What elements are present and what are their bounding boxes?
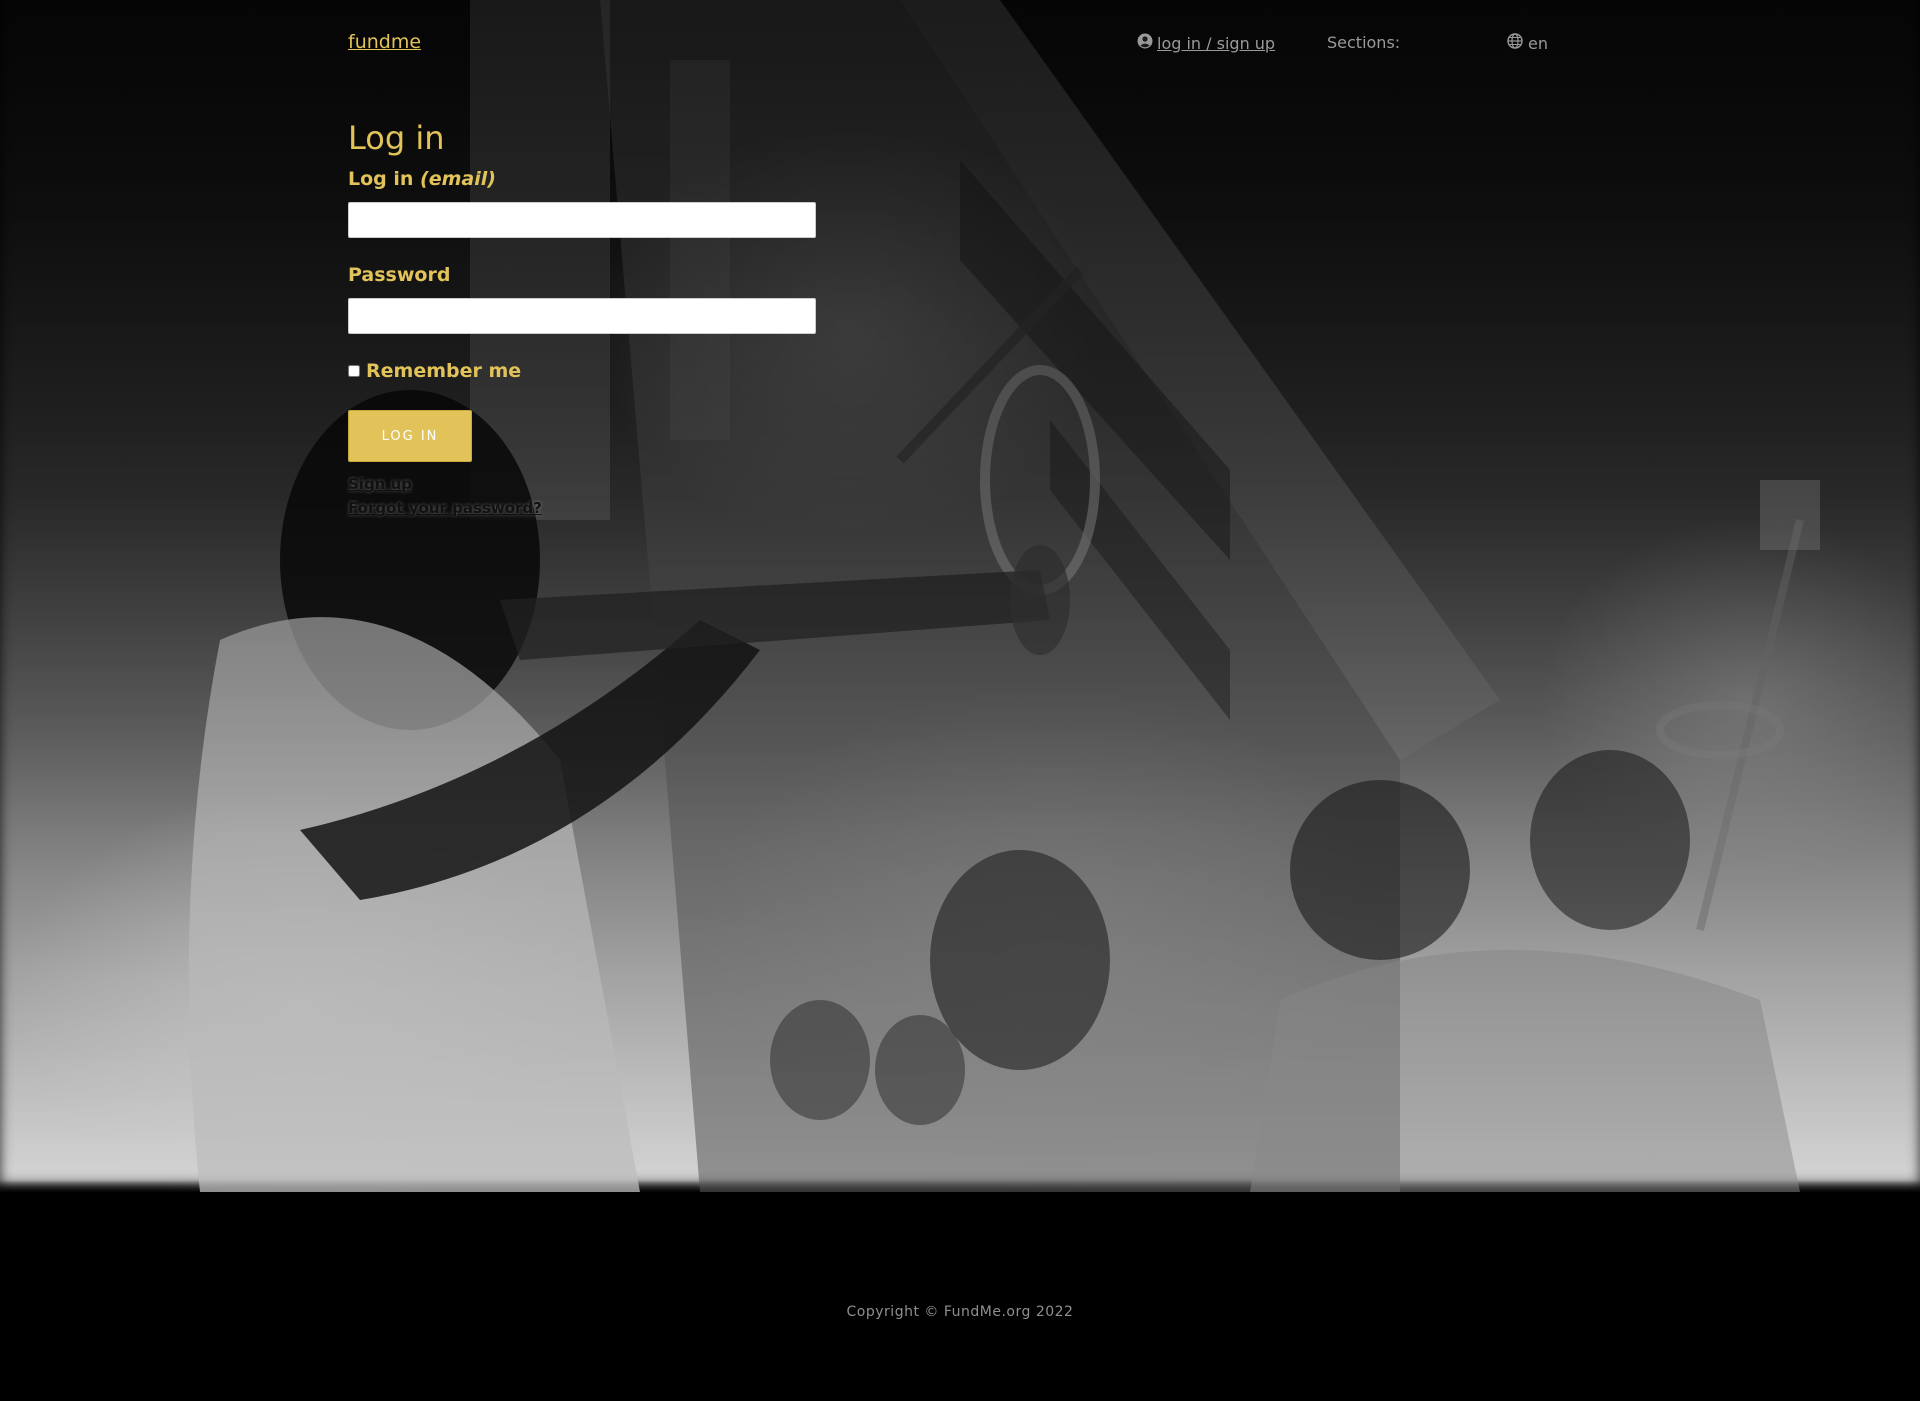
language-selector[interactable]: en [1507,33,1548,53]
email-label-text: Log in [348,168,421,190]
signup-link[interactable]: Sign up [348,472,412,496]
email-label-hint: (email) [420,168,496,190]
password-label: Password [348,264,451,286]
top-navigation: fundme log in / sign up Sections: en [0,0,1920,86]
band-photo [188,0,1820,1192]
login-form: Log in Log in (email) Password Remember … [348,118,818,520]
login-signup-link[interactable]: log in / sign up [1137,33,1275,53]
password-field[interactable] [348,298,816,334]
login-signup-label: log in / sign up [1157,33,1276,53]
remember-me-checkbox[interactable] [348,365,360,377]
page-title: Log in [348,119,445,157]
login-button[interactable]: LOG IN [348,410,472,462]
email-label: Log in (email) [348,166,818,192]
remember-me-label: Remember me [366,360,522,382]
brand-link[interactable]: fundme [348,31,421,53]
auth-links: Sign up Forgot your password? [348,472,818,520]
email-field[interactable] [348,202,816,238]
user-circle-icon [1137,33,1153,53]
sections-label: Sections: [1327,33,1401,52]
globe-icon [1507,33,1523,53]
remember-me[interactable]: Remember me [348,360,818,382]
copyright-text: Copyright © FundMe.org 2022 [846,1304,1074,1320]
hero-background [0,0,1920,1192]
language-label: en [1528,33,1548,53]
forgot-password-link[interactable]: Forgot your password? [348,496,542,520]
footer: Copyright © FundMe.org 2022 [0,1192,1920,1401]
